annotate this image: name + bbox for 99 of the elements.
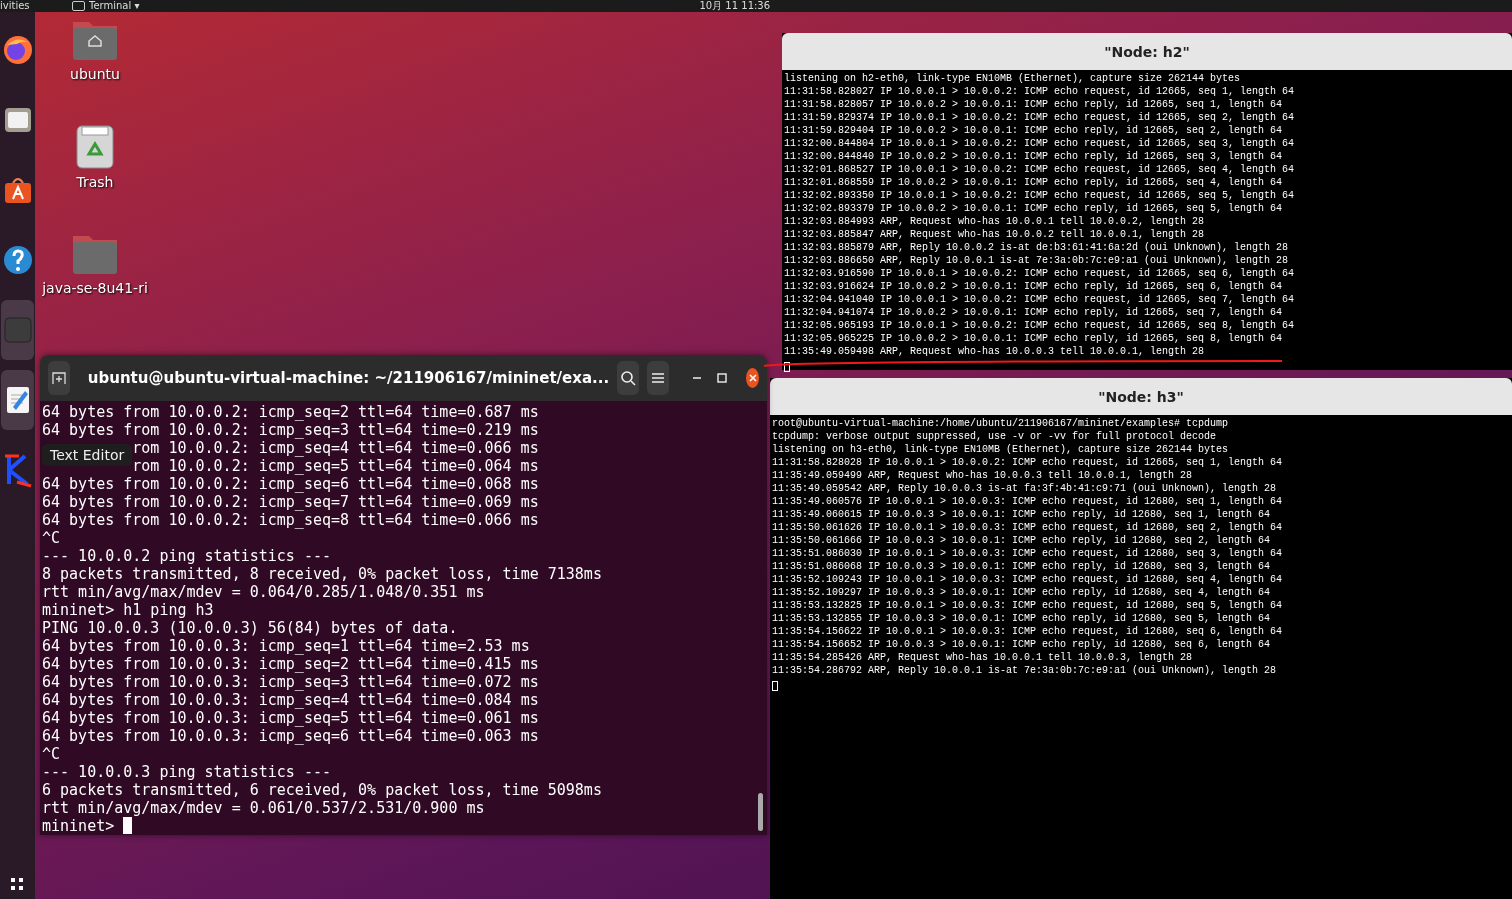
terminal-line: --- 10.0.0.3 ping statistics ---	[42, 763, 331, 781]
terminal-line: 11:35:54.156622 IP 10.0.0.1 > 10.0.0.3: ICMP echo request, id 12680, seq 6, length 64	[772, 625, 1283, 638]
terminal-icon	[2, 315, 33, 345]
terminal-line: 64 bytes from 10.0.0.2: icmp_seq=7 ttl=64 time=0.069 ms	[42, 493, 539, 511]
terminal-line: mininet>	[42, 817, 116, 835]
menu-button[interactable]	[646, 361, 669, 395]
terminal-line: 11:35:51.086068 IP 10.0.0.3 > 10.0.0.1: ICMP echo reply, id 12680, seq 3, length 64	[772, 560, 1271, 573]
terminal-line: root@ubuntu-virtual-machine:/home/ubuntu/211906167/mininet/examples# tcpdump	[772, 417, 1229, 430]
terminal-line: 11:35:49.059499 ARP, Request who-has 10.0.0.3 tell 10.0.0.1, length 28	[772, 469, 1193, 482]
close-icon	[748, 374, 757, 382]
terminal-line: 11:32:03.916624 IP 10.0.0.2 > 10.0.0.1: ICMP echo reply, id 12665, seq 6, length 64	[784, 280, 1283, 293]
terminal-line: 11:35:54.286792 ARP, Reply 10.0.0.1 is-at 7e:3a:0b:7c:e9:a1 (oui Unknown), length 28	[772, 664, 1277, 677]
terminal-line: 11:32:04.941040 IP 10.0.0.1 > 10.0.0.2: ICMP echo request, id 12665, seq 7, length 64	[784, 293, 1295, 306]
globe-icon	[2, 35, 33, 65]
shopping-bag-icon	[2, 175, 33, 205]
window-icon	[72, 1, 85, 11]
terminal-line: tcpdump: verbose output suppressed, use -v or -vv for full protocol decode	[772, 430, 1217, 443]
terminal-line: 11:32:00.844804 IP 10.0.0.1 > 10.0.0.2: ICMP echo request, id 12665, seq 3, length 64	[784, 137, 1295, 150]
terminal-line: 64 bytes from 10.0.0.3: icmp_seq=5 ttl=64 time=0.061 ms	[42, 709, 539, 727]
terminal-line: rtt min/avg/max/mdev = 0.064/0.285/1.048/0.351 ms	[42, 583, 485, 601]
terminal-line: 11:32:03.885879 ARP, Reply 10.0.0.2 is-at de:b3:61:41:6a:2d (oui Unknown), length 28	[784, 241, 1289, 254]
search-button[interactable]	[617, 361, 639, 395]
desktop-icon-label[interactable]: java-se-8u41-ri	[42, 280, 148, 296]
terminal-line: 11:32:01.868527 IP 10.0.0.1 > 10.0.0.2: ICMP echo request, id 12665, seq 4, length 64	[784, 163, 1295, 176]
close-button[interactable]	[746, 368, 759, 388]
maximize-icon	[716, 373, 727, 383]
terminal-line: 11:35:50.061626 IP 10.0.0.1 > 10.0.0.3: ICMP echo request, id 12680, seq 2, length 64	[772, 521, 1283, 534]
window-title: "Node: h3"	[1098, 388, 1184, 405]
terminal-line: --- 10.0.0.2 ping statistics ---	[42, 547, 331, 565]
terminal-line: mininet> h1 ping h3	[42, 601, 214, 619]
terminal-line: rom 10.0.0.2: icmp_seq=5 ttl=64 time=0.064 ms	[132, 457, 539, 475]
terminal-line: rtt min/avg/max/mdev = 0.061/0.537/2.531/0.900 ms	[42, 799, 485, 817]
terminal-line: 11:31:59.829374 IP 10.0.0.1 > 10.0.0.2: ICMP echo request, id 12665, seq 2, length 64	[784, 111, 1295, 124]
terminal-line: 11:31:58.828027 IP 10.0.0.1 > 10.0.0.2: ICMP echo request, id 12665, seq 1, length 64	[784, 85, 1295, 98]
new-tab-icon	[50, 370, 67, 386]
terminal-line: 11:32:03.884993 ARP, Request who-has 10.0.0.1 tell 10.0.0.2, length 28	[784, 215, 1205, 228]
terminal-line: 11:35:49.059498 ARP, Request who-has 10.0.0.3 tell 10.0.0.1, length 28	[784, 345, 1205, 358]
terminal-line: 11:32:04.941074 IP 10.0.0.2 > 10.0.0.1: ICMP echo reply, id 12665, seq 7, length 64	[784, 306, 1283, 319]
terminal-line: ^C	[42, 529, 61, 547]
terminal-line: listening on h3-eth0, link-type EN10MB (Ethernet), capture size 262144 bytes	[772, 443, 1229, 456]
terminal-line: 6 packets transmitted, 6 received, 0% packet loss, time 5098ms	[42, 781, 602, 799]
terminal-line: 64 bytes from 10.0.0.3: icmp_seq=1 ttl=64 time=2.53 ms	[42, 637, 530, 655]
terminal-line: 11:31:58.828057 IP 10.0.0.2 > 10.0.0.1: ICMP echo reply, id 12665, seq 1, length 64	[784, 98, 1283, 111]
desktop-icon-label[interactable]: ubuntu	[70, 66, 120, 82]
terminal-line: 64 bytes from 10.0.0.3: icmp_seq=2 ttl=64 time=0.415 ms	[42, 655, 539, 673]
terminal-line: 64 bytes from 10.0.0.3: icmp_seq=3 ttl=64 time=0.072 ms	[42, 673, 539, 691]
terminal-line: 11:35:52.109243 IP 10.0.0.1 > 10.0.0.3: ICMP echo request, id 12680, seq 4, length 64	[772, 573, 1283, 586]
terminal-line: 64 bytes from 10.0.0.3: icmp_seq=4 ttl=64 time=0.084 ms	[42, 691, 539, 709]
terminal-line: PING 10.0.0.3 (10.0.0.3) 56(84) bytes of data.	[42, 619, 458, 637]
window-title: "Node: h2"	[1104, 43, 1190, 60]
terminal-line: 64 bytes from 10.0.0.3: icmp_seq=6 ttl=64 time=0.063 ms	[42, 727, 539, 745]
terminal-line: 11:32:03.916590 IP 10.0.0.1 > 10.0.0.2: ICMP echo request, id 12665, seq 6, length 64	[784, 267, 1295, 280]
dock-item[interactable]	[1, 370, 34, 430]
file-cabinet-icon	[2, 105, 33, 135]
cursor	[784, 362, 790, 372]
letter-k-icon	[2, 452, 33, 488]
terminal-line: 11:35:51.086030 IP 10.0.0.1 > 10.0.0.3: ICMP echo request, id 12680, seq 3, length 64	[772, 547, 1283, 560]
terminal-line: 11:35:54.285426 ARP, Request who-has 10.0.0.1 tell 10.0.0.3, length 28	[772, 651, 1193, 664]
help-icon	[2, 245, 33, 275]
terminal-line: 11:32:03.885847 ARP, Request who-has 10.0.0.2 tell 10.0.0.1, length 28	[784, 228, 1205, 241]
search-icon	[620, 370, 636, 386]
terminal-line: 11:31:58.828028 IP 10.0.0.1 > 10.0.0.2: ICMP echo request, id 12665, seq 1, length 64	[772, 456, 1283, 469]
terminal-line: 11:32:02.893350 IP 10.0.0.1 > 10.0.0.2: ICMP echo request, id 12665, seq 5, length 64	[784, 189, 1295, 202]
terminal-line: 11:32:03.886650 ARP, Reply 10.0.0.1 is-at 7e:3a:0b:7c:e9:a1 (oui Unknown), length 28	[784, 254, 1289, 267]
window-title: ubuntu@ubuntu-virtual-machine: ~/211906167/mininet/exa...	[87, 369, 610, 387]
terminal-line: 11:35:49.060576 IP 10.0.0.1 > 10.0.0.3: ICMP echo request, id 12680, seq 1, length 64	[772, 495, 1283, 508]
terminal-line: 11:32:05.965193 IP 10.0.0.1 > 10.0.0.2: ICMP echo request, id 12665, seq 8, length 64	[784, 319, 1295, 332]
terminal-line: 8 packets transmitted, 8 received, 0% packet loss, time 7138ms	[42, 565, 602, 583]
terminal-line: rom 10.0.0.2: icmp_seq=4 ttl=64 time=0.066 ms	[132, 439, 539, 457]
minimize-icon	[692, 377, 703, 379]
activities-button[interactable]: ivities	[0, 0, 60, 12]
terminal-line: 64 bytes from 10.0.0.2: icmp_seq=3 ttl=64 time=0.219 ms	[42, 421, 539, 439]
terminal-line: 11:32:05.965225 IP 10.0.0.2 > 10.0.0.1: ICMP echo reply, id 12665, seq 8, length 64	[784, 332, 1283, 345]
terminal-line: 11:32:02.893379 IP 10.0.0.2 > 10.0.0.1: ICMP echo reply, id 12665, seq 5, length 64	[784, 202, 1283, 215]
terminal-line: 11:35:50.061666 IP 10.0.0.3 > 10.0.0.1: ICMP echo reply, id 12680, seq 2, length 64	[772, 534, 1271, 547]
terminal-line: ^C	[42, 745, 61, 763]
clock[interactable]: 10月 11 11:36	[699, 0, 771, 12]
terminal-line: 11:32:01.868559 IP 10.0.0.2 > 10.0.0.1: ICMP echo reply, id 12665, seq 4, length 64	[784, 176, 1283, 189]
desktop-icon-label[interactable]: Trash	[76, 174, 114, 190]
terminal-line: 64 bytes from 10.0.0.2: icmp_seq=8 ttl=64 time=0.066 ms	[42, 511, 539, 529]
terminal-line: 11:32:00.844840 IP 10.0.0.2 > 10.0.0.1: ICMP echo reply, id 12665, seq 3, length 64	[784, 150, 1283, 163]
menu-icon	[650, 372, 665, 384]
scrollbar-thumb[interactable]	[758, 793, 763, 831]
cursor	[123, 817, 133, 834]
app-menu[interactable]: Terminal ▾	[89, 0, 140, 12]
terminal-line: 64 bytes from 10.0.0.2: icmp_seq=2 ttl=64 time=0.687 ms	[42, 403, 539, 421]
terminal-line: listening on h2-eth0, link-type EN10MB (Ethernet), capture size 262144 bytes	[784, 72, 1241, 85]
terminal-line: 11:35:52.109297 IP 10.0.0.3 > 10.0.0.1: ICMP echo reply, id 12680, seq 4, length 64	[772, 586, 1271, 599]
cursor	[772, 681, 778, 691]
terminal-line: 11:35:53.132825 IP 10.0.0.1 > 10.0.0.3: ICMP echo request, id 12680, seq 5, length 64	[772, 599, 1283, 612]
terminal-line: 11:35:54.156652 IP 10.0.0.3 > 10.0.0.1: ICMP echo reply, id 12680, seq 6, length 64	[772, 638, 1271, 651]
terminal-line: 11:31:59.829404 IP 10.0.0.2 > 10.0.0.1: ICMP echo reply, id 12665, seq 2, length 64	[784, 124, 1283, 137]
new-tab-button[interactable]	[48, 361, 70, 395]
terminal-line: 64 bytes from 10.0.0.2: icmp_seq=6 ttl=64 time=0.068 ms	[42, 475, 539, 493]
terminal-line: 11:35:49.059542 ARP, Reply 10.0.0.3 is-at fa:3f:4b:41:c9:71 (oui Unknown), length 28	[772, 482, 1277, 495]
trash-icon	[75, 124, 115, 170]
terminal-line: 11:35:53.132855 IP 10.0.0.3 > 10.0.0.1: ICMP echo reply, id 12680, seq 5, length 64	[772, 612, 1271, 625]
terminal-line: 11:35:49.060615 IP 10.0.0.3 > 10.0.0.1: ICMP echo reply, id 12680, seq 1, length 64	[772, 508, 1271, 521]
tooltip: Text Editor	[42, 444, 133, 466]
